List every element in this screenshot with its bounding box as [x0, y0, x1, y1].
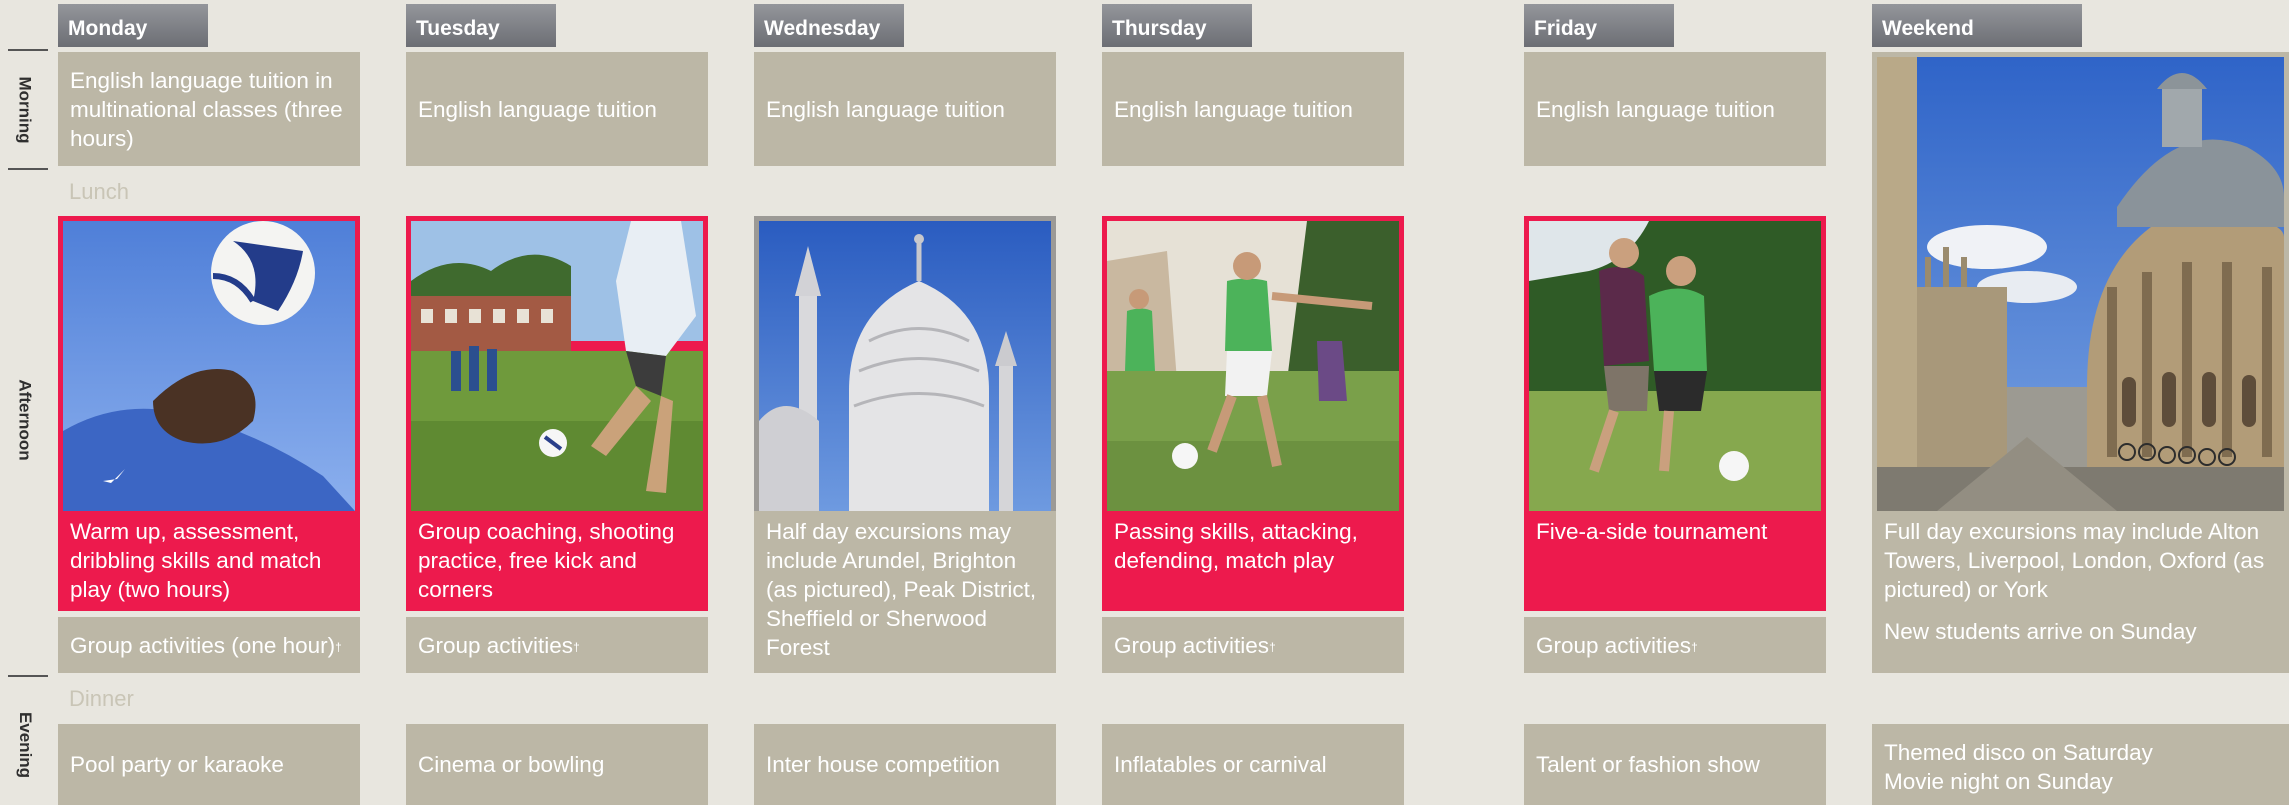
evening-box-friday: Talent or fashion show — [1524, 724, 1826, 805]
group-text-tuesday: Group activities — [418, 632, 574, 658]
evening-box-monday: Pool party or karaoke — [58, 724, 360, 805]
dagger-mark-monday: † — [335, 640, 342, 654]
group-box-thursday: Group activities † — [1102, 617, 1404, 673]
tournament-photo — [1529, 221, 1821, 511]
group-box-monday: Group activities (one hour) † — [58, 617, 360, 673]
evening-label: Evening — [16, 711, 35, 779]
photo-frame-wednesday — [754, 216, 1056, 511]
evening-box-tuesday: Cinema or bowling — [406, 724, 708, 805]
dagger-mark-thursday: † — [1269, 640, 1276, 654]
group-box-tuesday: Group activities † — [406, 617, 708, 673]
morning-box-friday: English language tuition — [1524, 52, 1826, 166]
morning-box-thursday: English language tuition — [1102, 52, 1404, 166]
evening-divider-top — [8, 675, 48, 677]
oxford-radcliffe-camera-photo — [1877, 57, 2284, 511]
photo-frame-tuesday — [406, 216, 708, 511]
day-tab-friday: Friday — [1524, 4, 1674, 47]
dinner-label: Dinner — [69, 686, 134, 711]
morning-label: Morning — [16, 76, 36, 144]
weekend-evening-line2: Movie night on Sunday — [1884, 769, 2113, 794]
evening-box-thursday: Inflatables or carnival — [1102, 724, 1404, 805]
weekend-evening-line1: Themed disco on Saturday — [1884, 740, 2153, 765]
afternoon-label-wrap: Afternoon — [0, 370, 50, 470]
photo-frame-thursday — [1102, 216, 1404, 511]
weekend-photo-frame — [1877, 57, 2284, 511]
dagger-mark-friday: † — [1691, 640, 1698, 654]
morning-divider-bottom — [8, 168, 48, 170]
activity-box-tuesday: Group coaching, shooting practice, free … — [406, 511, 708, 611]
weekend-arrival-text: New students arrive on Sunday — [1884, 619, 2197, 644]
morning-box-tuesday: English language tuition — [406, 52, 708, 166]
morning-box-monday: English language tuition in multinationa… — [58, 52, 360, 166]
day-tab-tuesday: Tuesday — [406, 4, 556, 47]
evening-label-wrap: Evening — [0, 695, 50, 795]
activity-box-wednesday: Half day excursions may include Arundel,… — [754, 511, 1056, 673]
day-tab-wednesday: Wednesday — [754, 4, 904, 47]
day-tab-monday: Monday — [58, 4, 208, 47]
group-text-thursday: Group activities — [1114, 632, 1270, 658]
kick-practice-photo — [411, 221, 703, 511]
lunch-label: Lunch — [69, 179, 129, 204]
brighton-pavilion-photo — [759, 221, 1051, 511]
header-football-photo — [63, 221, 355, 511]
match-play-photo — [1107, 221, 1399, 511]
group-text-monday: Group activities (one hour) — [70, 632, 336, 658]
weekend-activity-text: Full day excursions may include Alton To… — [1884, 519, 2265, 602]
dagger-mark-tuesday: † — [573, 640, 580, 654]
morning-divider-top — [8, 49, 48, 51]
day-tab-weekend: Weekend — [1872, 4, 2082, 47]
evening-box-weekend: Themed disco on Saturday Movie night on … — [1872, 724, 2289, 805]
day-tab-thursday: Thursday — [1102, 4, 1252, 47]
activity-box-monday: Warm up, assessment, dribbling skills an… — [58, 511, 360, 611]
photo-frame-friday — [1524, 216, 1826, 511]
group-text-friday: Group activities — [1536, 632, 1692, 658]
weekend-column-box: Full day excursions may include Alton To… — [1872, 52, 2289, 673]
morning-box-wednesday: English language tuition — [754, 52, 1056, 166]
afternoon-label: Afternoon — [16, 379, 35, 461]
evening-box-wednesday: Inter house competition — [754, 724, 1056, 805]
activity-box-friday: Five-a-side tournament — [1524, 511, 1826, 611]
photo-frame-monday — [58, 216, 360, 511]
morning-label-wrap: Morning — [0, 60, 50, 160]
group-box-friday: Group activities † — [1524, 617, 1826, 673]
activity-box-thursday: Passing skills, attacking, defending, ma… — [1102, 511, 1404, 611]
